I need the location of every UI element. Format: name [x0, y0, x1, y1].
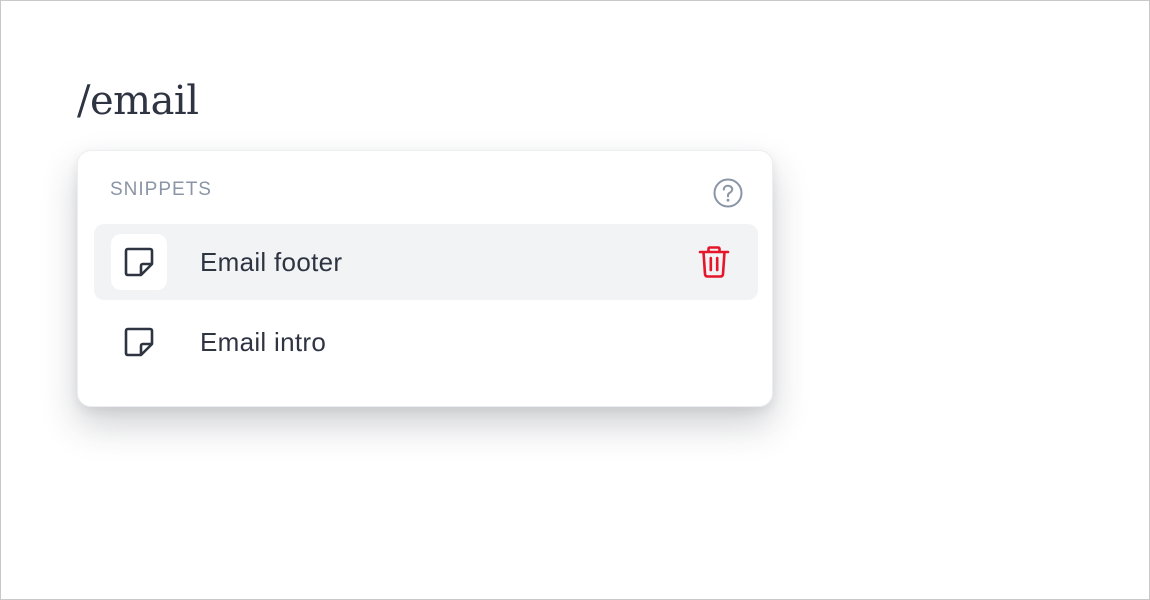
snippets-popover: SNIPPETS Email footer Email intro — [77, 150, 773, 407]
snippet-item-label: Email footer — [200, 247, 343, 277]
editor-slash-command-text[interactable]: /email — [77, 75, 199, 127]
snippet-item-label: Email intro — [200, 327, 327, 357]
popover-header: SNIPPETS — [110, 177, 744, 209]
window-frame: /email SNIPPETS Email footer Email intro — [0, 0, 1150, 600]
snippet-item-email-intro[interactable]: Email intro — [94, 304, 758, 380]
snippet-item-email-footer[interactable]: Email footer — [94, 224, 758, 300]
section-title: SNIPPETS — [110, 179, 212, 200]
note-icon — [111, 234, 167, 290]
question-circle-icon[interactable] — [712, 177, 744, 209]
trash-icon[interactable] — [696, 244, 732, 280]
note-icon — [111, 314, 167, 370]
